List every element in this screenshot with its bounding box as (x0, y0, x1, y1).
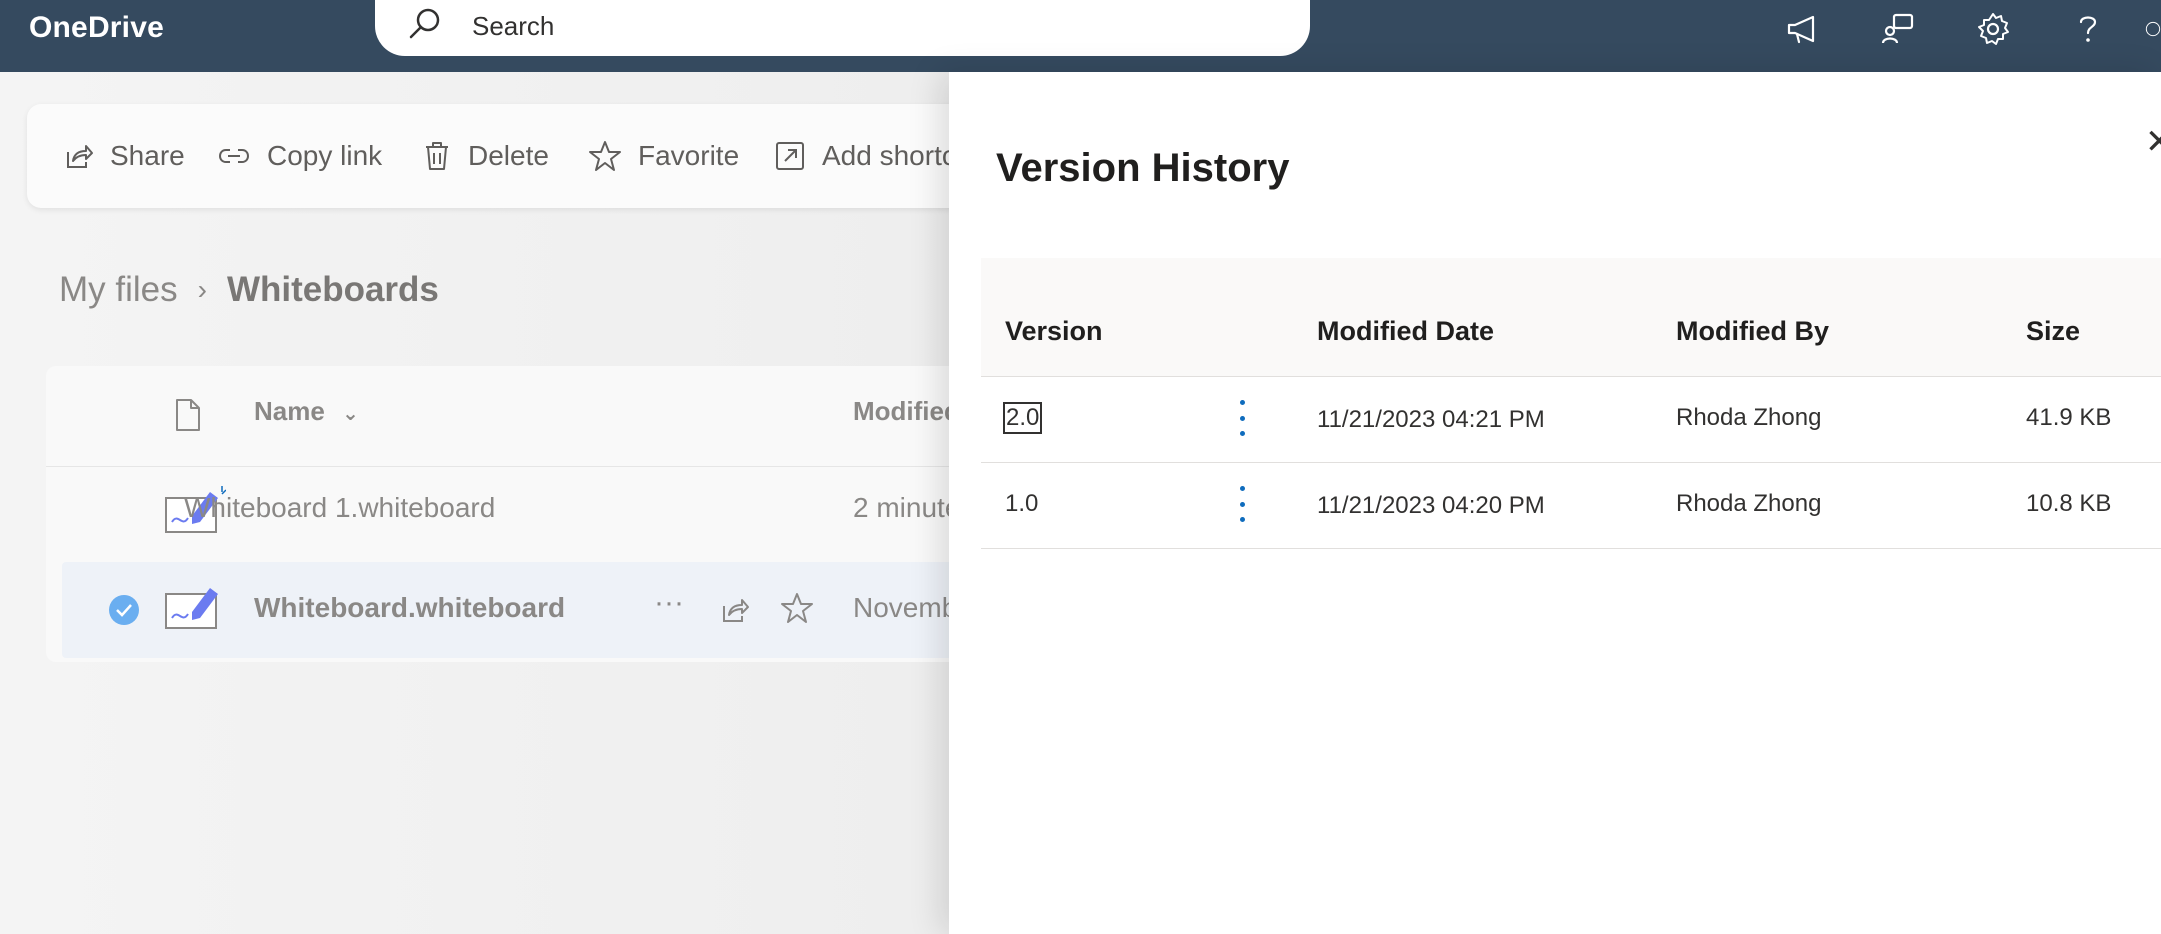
favorite-button[interactable]: Favorite (588, 104, 739, 208)
breadcrumb: My files › Whiteboards (59, 260, 439, 320)
column-header-modified-date[interactable]: Modified Date (1317, 316, 1494, 347)
share-icon (67, 145, 93, 168)
share-button[interactable]: Share (62, 104, 185, 208)
copy-link-label: Copy link (267, 140, 383, 171)
copy-link-button[interactable]: Copy link (217, 104, 382, 208)
top-bar: OneDrive (0, 0, 2161, 72)
breadcrumb-my-files[interactable]: My files (59, 270, 178, 310)
file-name[interactable]: Whiteboard 1.whiteboard (184, 492, 495, 524)
file-type-icon[interactable] (175, 398, 201, 432)
column-header-size[interactable]: Size (2026, 316, 2080, 347)
file-list: Name ⌄ Modified Whiteboard 1.whiteboard … (46, 366, 1046, 662)
version-modified-date: 11/21/2023 04:21 PM (1317, 406, 1545, 433)
file-row[interactable]: Whiteboard 1.whiteboard 2 minutes ago (46, 466, 1046, 562)
file-list-header: Name ⌄ Modified (46, 366, 1046, 467)
help-icon[interactable] (2065, 6, 2111, 52)
star-icon[interactable] (780, 592, 814, 624)
column-header-version[interactable]: Version (1005, 316, 1103, 347)
version-number[interactable]: 2.0 (1002, 402, 1043, 434)
file-row-selected[interactable]: Whiteboard.whiteboard ··· November 21 (62, 562, 1046, 658)
version-history-panel: Version History ✕ Version Modified Date … (949, 72, 2161, 934)
account-avatar-icon[interactable] (2145, 6, 2161, 52)
version-row[interactable]: 2.0 11/21/2023 04:21 PM Rhoda Zhong 41.9… (981, 376, 2161, 463)
share-label: Share (110, 140, 185, 171)
star-icon (589, 141, 621, 171)
version-modified-date: 11/21/2023 04:20 PM (1317, 492, 1545, 519)
column-header-modified[interactable]: Modified (853, 396, 960, 427)
more-options-icon[interactable] (1232, 400, 1252, 436)
chevron-down-icon: ⌄ (342, 403, 359, 425)
megaphone-icon[interactable] (1780, 6, 1826, 52)
search-input[interactable] (470, 6, 1254, 46)
delete-label: Delete (468, 140, 549, 171)
column-name-label: Name (254, 396, 325, 426)
search-box[interactable] (375, 0, 1310, 56)
share-icon[interactable] (718, 594, 750, 626)
favorite-label: Favorite (638, 140, 740, 171)
feedback-icon[interactable] (1875, 6, 1921, 52)
version-modified-by: Rhoda Zhong (1676, 404, 1822, 431)
search-icon (409, 8, 440, 39)
whiteboard-file-icon (165, 588, 218, 629)
delete-button[interactable]: Delete (422, 104, 549, 208)
file-name[interactable]: Whiteboard.whiteboard (254, 592, 565, 624)
settings-gear-icon[interactable] (1970, 6, 2016, 52)
more-actions-icon[interactable]: ··· (654, 586, 684, 620)
column-header-modified-by[interactable]: Modified By (1676, 316, 1829, 347)
file-browser: Share Copy link Delete Favorite Add shor… (0, 72, 1046, 934)
version-size: 41.9 KB (2026, 404, 2112, 431)
link-icon (218, 149, 250, 163)
command-bar: Share Copy link Delete Favorite Add shor… (27, 104, 1027, 208)
version-number[interactable]: 1.0 (1005, 490, 1038, 518)
add-shortcut-icon (776, 142, 804, 170)
close-icon[interactable]: ✕ (2145, 122, 2161, 162)
version-size: 10.8 KB (2026, 490, 2112, 517)
trash-icon (426, 142, 448, 170)
panel-title: Version History (996, 146, 1290, 190)
breadcrumb-current: Whiteboards (226, 270, 439, 309)
app-title[interactable]: OneDrive (29, 0, 164, 56)
version-row[interactable]: 1.0 11/21/2023 04:20 PM Rhoda Zhong 10.8… (981, 462, 2161, 549)
more-options-icon[interactable] (1232, 486, 1252, 522)
version-modified-by: Rhoda Zhong (1676, 490, 1822, 517)
checkmark-circle-icon[interactable] (108, 594, 140, 626)
version-table-header: Version Modified Date Modified By Size (981, 258, 2161, 377)
chevron-right-icon: › (197, 274, 207, 305)
column-header-name[interactable]: Name ⌄ (254, 396, 359, 427)
